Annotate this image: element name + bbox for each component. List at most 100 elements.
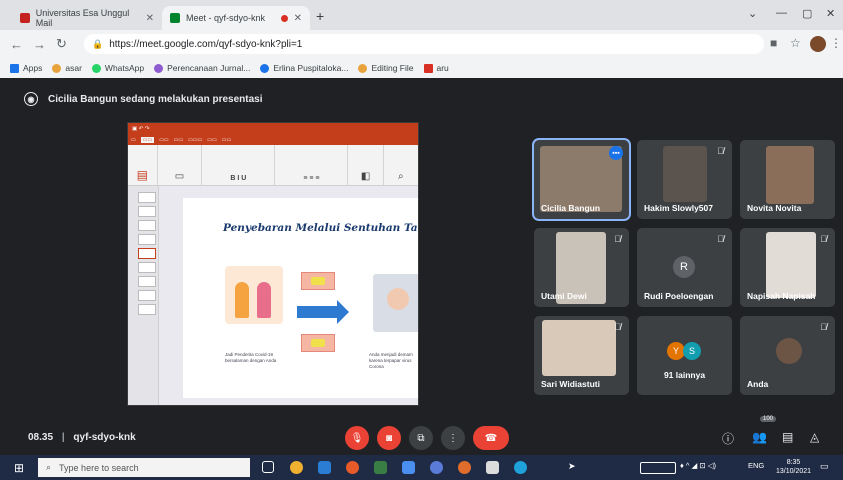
window-close-icon[interactable]: ✕ — [826, 7, 835, 20]
ppt-ribbon-tabs: ▭ ▭▭ ▭▭ ▭▭ ▭▭▭ ▭▭ ▭▭ — [128, 135, 418, 145]
paste-icon: ▤ — [136, 168, 148, 182]
self-avatar — [776, 338, 802, 364]
bookmark-asar[interactable]: asar — [52, 63, 82, 73]
leave-call-button[interactable]: ☎ — [473, 426, 509, 450]
excel-icon[interactable] — [374, 461, 387, 474]
present-screen-button[interactable]: ⧉ — [409, 426, 433, 450]
slide-thumbnail[interactable] — [138, 192, 156, 203]
participant-tile-rudi[interactable]: R 🎙̸ Rudi Poeloengan — [637, 228, 732, 307]
presenting-banner: ◉ Cicilia Bangun sedang melakukan presen… — [24, 92, 263, 106]
bookmark-star-icon[interactable]: ☆ — [790, 36, 801, 50]
camera-toggle-button[interactable]: ◙ — [377, 426, 401, 450]
meet-control-bar: 08.35 | qyf-sdyo-knk 🎙 ◙ ⧉ ⋮ ☎ ⓘ 👥 100 ▤… — [0, 416, 843, 455]
activities-icon[interactable]: ◬ — [810, 430, 819, 444]
bookmark-erlina[interactable]: Erlina Puspitaloka... — [260, 63, 348, 73]
clipboard-group: ▤ — [128, 145, 158, 185]
slide-thumbnail[interactable] — [138, 220, 156, 231]
taskbar-search-box[interactable]: ⌕ Type here to search — [38, 458, 250, 477]
slide-thumbnail[interactable] — [138, 304, 156, 315]
close-tab-icon[interactable]: ✕ — [294, 13, 302, 24]
minimize-icon[interactable]: — — [776, 7, 787, 19]
app-icon[interactable] — [346, 461, 359, 474]
bookmark-perencanaan-jurnal[interactable]: Perencanaan Jurnal... — [154, 63, 250, 73]
new-tab-icon[interactable]: + — [316, 8, 324, 24]
slide-thumbnail-selected[interactable] — [138, 248, 156, 259]
camera-indicator-icon[interactable]: ■ — [770, 36, 777, 50]
forward-arrow-icon[interactable]: → — [33, 37, 46, 52]
slide-thumbnail[interactable] — [138, 234, 156, 245]
slide-thumbnail[interactable] — [138, 290, 156, 301]
word-icon[interactable] — [318, 461, 331, 474]
shared-screen[interactable]: ▣ ↶ ↷ ▭ ▭▭ ▭▭ ▭▭ ▭▭▭ ▭▭ ▭▭ ▤ ▭ B I U ≡ ≡ ≡ ◧ ⌕ — [127, 122, 419, 406]
participant-tile-novita[interactable]: Novita Novita — [740, 140, 835, 219]
font-group: B I U — [202, 145, 276, 185]
presenting-text: Cicilia Bangun sedang melakukan presenta… — [48, 93, 263, 105]
mic-toggle-button[interactable]: 🎙 — [345, 426, 369, 450]
close-tab-icon[interactable]: ✕ — [146, 13, 154, 24]
slides-group: ▭ — [158, 145, 203, 185]
profile-avatar[interactable] — [810, 36, 826, 52]
children-illustration — [225, 266, 283, 324]
bookmark-whatsapp[interactable]: WhatsApp — [91, 63, 144, 73]
tab-search-chevron-icon[interactable]: ⌄ — [748, 7, 757, 20]
participant-tile-cicilia[interactable]: ▪▪▪ Cicilia Bangun — [534, 140, 629, 219]
tab-meet[interactable]: Meet - qyf-sdyo-knk ✕ — [162, 6, 310, 30]
camera-off-icon: ◙ — [385, 432, 393, 444]
chrome-icon[interactable] — [290, 461, 303, 474]
clock-date: 13/10/2021 — [776, 468, 812, 476]
menu-dots-icon[interactable]: ⋮ — [830, 36, 842, 50]
clock-time: 8:35 — [786, 459, 801, 466]
virus-envelope-image — [301, 334, 335, 352]
participant-video — [766, 232, 816, 298]
task-view-icon[interactable] — [262, 461, 274, 473]
chat-icon[interactable]: ▤ — [782, 430, 793, 444]
maximize-icon[interactable]: ▢ — [802, 7, 812, 20]
edge-icon[interactable] — [514, 461, 527, 474]
paragraph-group: ≡ ≡ ≡ — [275, 145, 349, 185]
slide-thumbnail[interactable] — [138, 262, 156, 273]
participant-tile-sari[interactable]: 🎙̸ Sari Widiastuti — [534, 316, 629, 395]
slide-thumbnail[interactable] — [138, 276, 156, 287]
bookmark-aru[interactable]: aru — [423, 63, 449, 73]
reload-icon[interactable]: ↻ — [56, 36, 67, 52]
url-field[interactable]: 🔒 https://meet.google.com/qyf-sdyo-knk?p… — [84, 34, 764, 54]
system-tray-icons[interactable]: ♦ ^ ◢ ⊡ ◁) — [680, 461, 716, 470]
tab-esa-unggul-mail[interactable]: Universitas Esa Unggul Mail ✕ — [12, 6, 162, 30]
sick-child-illustration — [373, 274, 418, 332]
app-icon[interactable] — [402, 461, 415, 474]
current-slide[interactable]: Penyebaran Melalui Sentuhan Tangan Jadi … — [183, 198, 418, 398]
windows-start-icon[interactable]: ⊞ — [14, 461, 24, 475]
mic-off-icon: 🎙̸ — [820, 234, 827, 244]
more-options-button[interactable]: ⋮ — [441, 426, 465, 450]
firefox-icon[interactable] — [458, 461, 471, 474]
search-icon: ⌕ — [46, 462, 52, 472]
participant-tile-self[interactable]: 🎙̸ Anda — [740, 316, 835, 395]
tab-label: Meet - qyf-sdyo-knk — [186, 13, 266, 23]
bookmark-favicon-icon — [260, 63, 270, 73]
language-indicator[interactable]: ENG — [748, 461, 764, 470]
bookmark-editing-file[interactable]: Editing File — [358, 63, 414, 73]
notifications-icon[interactable]: ▭ — [820, 461, 829, 472]
mouse-cursor-icon: ➤ — [568, 461, 576, 471]
mic-off-icon: 🎙̸ — [717, 146, 724, 156]
app-icon[interactable] — [430, 461, 443, 474]
slide-thumbnail[interactable] — [138, 206, 156, 217]
font-format-icon: B I U — [230, 175, 247, 182]
mic-off-icon: 🎙̸ — [820, 322, 827, 332]
mic-off-icon: 🎙̸ — [614, 322, 621, 332]
participant-tile-napisah[interactable]: 🎙̸ Napisah Napisah — [740, 228, 835, 307]
taskbar-clock[interactable]: 8:35 13/10/2021 — [776, 458, 811, 476]
store-icon[interactable] — [486, 461, 499, 474]
participant-tile-hakim[interactable]: 🎙̸ Hakim Slowly507 — [637, 140, 732, 219]
battery-icon — [640, 462, 676, 474]
meeting-details-icon[interactable]: ⓘ — [722, 430, 734, 447]
people-icon[interactable]: 👥 — [752, 430, 767, 444]
bookmark-favicon-icon — [358, 63, 368, 73]
bookmark-favicon-icon — [423, 63, 433, 73]
participant-tile-others[interactable]: Y S 91 lainnya — [637, 316, 732, 395]
ppt-body: Penyebaran Melalui Sentuhan Tangan Jadi … — [128, 186, 418, 405]
participant-tile-utami[interactable]: 🎙̸ Utami Dewi — [534, 228, 629, 307]
recording-dot-icon — [280, 14, 288, 22]
bookmark-apps[interactable]: Apps — [10, 63, 42, 73]
back-arrow-icon[interactable]: ← — [10, 37, 23, 52]
